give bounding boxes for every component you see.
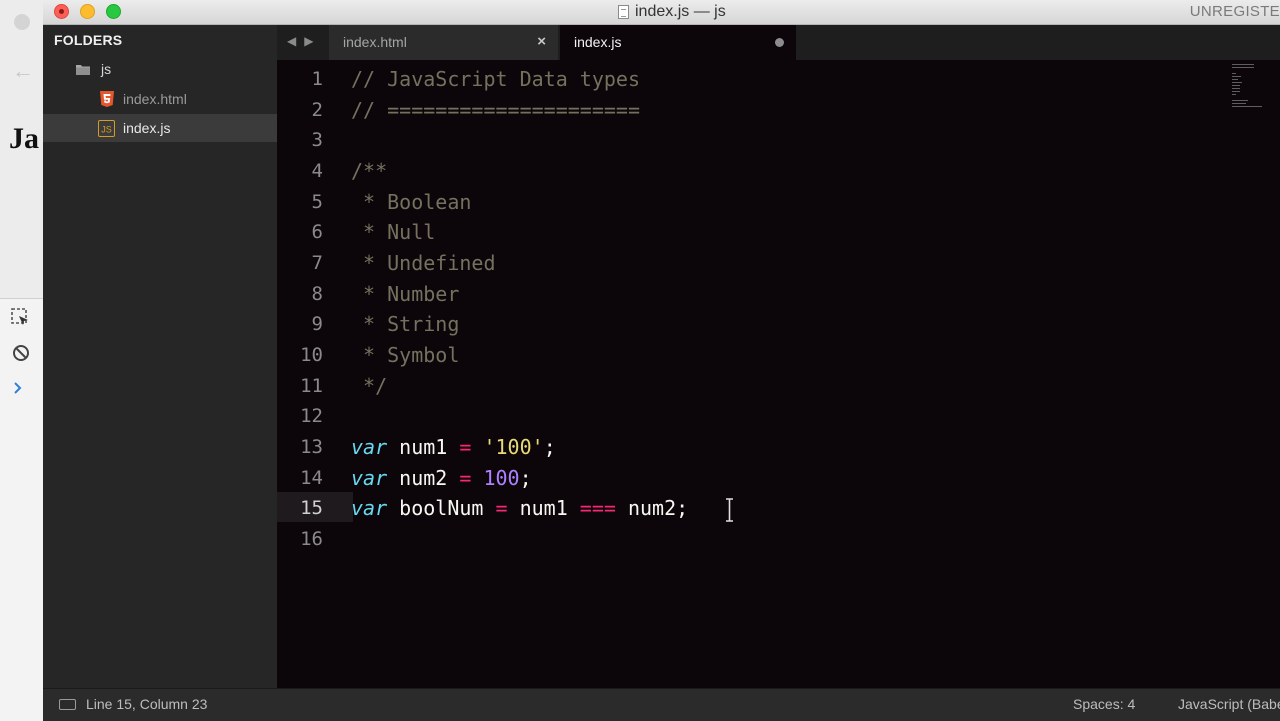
keyword-token: var	[351, 496, 388, 520]
line-number: 12	[300, 405, 323, 427]
editor-window: index.js — js UNREGISTE FOLDERS js index…	[43, 0, 1280, 721]
line-number: 7	[311, 252, 323, 274]
code-line: * Number	[351, 282, 460, 306]
syntax-selector[interactable]: JavaScript (Babel)	[1178, 696, 1280, 712]
line-number: 2	[311, 99, 323, 121]
tab-index-html[interactable]: index.html ×	[329, 25, 558, 60]
code-line: // JavaScript Data types	[351, 67, 640, 91]
number-token: 100	[483, 466, 520, 490]
tab-label: index.html	[343, 34, 407, 50]
code-line: * Boolean	[351, 190, 472, 214]
identifier-token: num2;	[615, 496, 689, 520]
line-number: 8	[311, 283, 323, 305]
folders-header: FOLDERS	[54, 32, 123, 48]
indentation-setting[interactable]: Spaces: 4	[1073, 696, 1135, 712]
background-browser-window: ← Ja	[0, 0, 45, 721]
identifier-token: num1	[507, 496, 580, 520]
tab-bar: ◀ ▶ index.html × index.js	[277, 25, 1280, 60]
line-number: 5	[311, 191, 323, 213]
clear-console-icon[interactable]	[10, 342, 32, 364]
file-label: index.html	[123, 91, 187, 107]
tab-index-js[interactable]: index.js	[560, 25, 796, 60]
sidebar-file-index-js[interactable]: JS index.js	[43, 114, 277, 142]
tab-next-icon[interactable]: ▶	[304, 34, 313, 48]
line-number: 10	[300, 344, 323, 366]
tab-navigation: ◀ ▶	[287, 34, 313, 48]
text-cursor-icon	[726, 498, 733, 522]
identifier-token: num2	[387, 466, 460, 490]
identifier-token: num1	[387, 435, 460, 459]
js-file-icon: JS	[98, 119, 115, 137]
cursor-position[interactable]: Line 15, Column 23	[86, 696, 207, 712]
keyword-token: var	[351, 435, 388, 459]
title-bar[interactable]: index.js — js UNREGISTE	[43, 0, 1280, 25]
close-window-button[interactable]	[54, 4, 69, 19]
line-number: 11	[300, 375, 323, 397]
sidebar: FOLDERS js index.html JS index.js	[43, 25, 277, 688]
code-line: */	[351, 374, 388, 398]
sidebar-folder-js[interactable]: js	[43, 55, 277, 83]
status-bar: Line 15, Column 23 Spaces: 4 JavaScript …	[43, 688, 1280, 721]
punctuation-token: ;	[519, 466, 532, 490]
code-line: * String	[351, 312, 460, 336]
window-title-group: index.js — js	[618, 2, 726, 22]
close-icon[interactable]: ×	[537, 33, 546, 50]
code-editor[interactable]: 1 2 3 4 5 6 7 8 9 10 11 12 13 14 15 16 /…	[277, 60, 1280, 688]
line-number: 6	[311, 221, 323, 243]
line-number: 9	[311, 313, 323, 335]
minimize-window-button[interactable]	[80, 4, 95, 19]
operator-token: =	[459, 435, 472, 459]
code-line: var boolNum = num1 === num2;	[351, 493, 688, 523]
identifier-token: boolNum	[387, 496, 496, 520]
svg-text:JS: JS	[101, 124, 112, 134]
devtools-panel	[0, 298, 44, 721]
line-number: 13	[300, 436, 323, 458]
code-line: var num2 = 100;	[351, 463, 532, 493]
tab-prev-icon[interactable]: ◀	[287, 34, 296, 48]
page-heading-fragment: Ja	[9, 122, 39, 155]
line-number: 16	[300, 528, 323, 550]
unregistered-label: UNREGISTE	[1189, 3, 1280, 20]
code-line: // =====================	[351, 98, 640, 122]
operator-token: =	[495, 496, 508, 520]
punctuation-token: ;	[543, 435, 556, 459]
window-title: index.js — js	[635, 3, 726, 20]
line-number: 15	[300, 497, 323, 519]
operator-token: ===	[579, 496, 616, 520]
html5-icon	[98, 91, 115, 108]
maximize-window-button[interactable]	[106, 4, 121, 19]
code-line: /**	[351, 159, 388, 183]
sidebar-file-index-html[interactable]: index.html	[43, 85, 277, 113]
code-line: * Symbol	[351, 343, 460, 367]
unsaved-dot-icon[interactable]	[775, 38, 784, 47]
code-line: * Null	[351, 220, 436, 244]
back-arrow-icon: ←	[12, 58, 34, 83]
document-icon	[618, 5, 629, 19]
line-number: 1	[311, 68, 323, 90]
code-line: var num1 = '100';	[351, 432, 556, 462]
folder-label: js	[101, 61, 112, 77]
string-token: '100'	[483, 435, 544, 459]
panel-toggle-icon[interactable]	[59, 699, 76, 710]
line-number: 14	[300, 467, 323, 489]
file-label: index.js	[123, 120, 171, 136]
inspect-element-icon[interactable]	[10, 307, 32, 329]
line-number: 3	[311, 129, 323, 151]
window-control-dot	[14, 14, 30, 30]
tab-label: index.js	[574, 34, 622, 50]
minimap[interactable]	[1228, 60, 1280, 120]
keyword-token: var	[351, 466, 388, 490]
console-prompt-icon[interactable]	[10, 377, 32, 399]
line-number: 4	[311, 160, 323, 182]
operator-token: =	[459, 466, 472, 490]
line-number-gutter: 1 2 3 4 5 6 7 8 9 10 11 12 13 14 15 16	[277, 60, 335, 688]
folder-icon	[76, 64, 90, 75]
code-line: * Undefined	[351, 251, 496, 275]
